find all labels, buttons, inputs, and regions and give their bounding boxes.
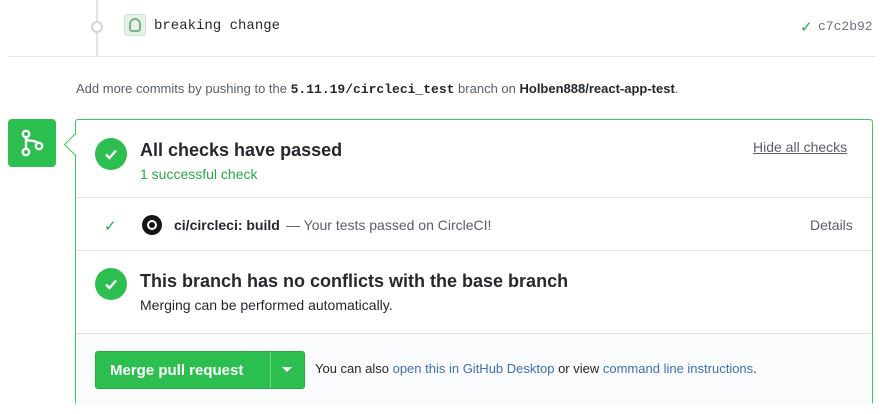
hint-prefix: Add more commits by pushing to the [76,81,291,96]
git-merge-icon [8,119,56,167]
check-name: ci/circleci: build [174,217,280,233]
commit-message[interactable]: breaking change [154,18,280,34]
checks-passed-icon [95,138,127,170]
divider [76,197,872,198]
avatar[interactable] [124,14,146,36]
checks-subtitle: 1 successful check [140,166,258,182]
repo-name: Holben888/react-app-test [519,81,675,96]
button-split [270,352,271,388]
merge-pull-request-button[interactable]: Merge pull request [95,351,305,389]
also-suffix: . [753,361,757,376]
chevron-down-icon[interactable] [282,367,292,372]
circleci-logo-icon [142,215,162,235]
branch-name: 5.11.19/circleci_test [290,82,455,97]
hide-all-checks-link[interactable]: Hide all checks [753,139,847,155]
also-prefix: You can also [315,361,393,376]
merge-button-label: Merge pull request [110,362,244,379]
github-desktop-link[interactable]: open this in GitHub Desktop [393,361,555,376]
commit-sha[interactable]: c7c2b92 [818,19,873,34]
no-conflicts-icon [95,268,127,300]
check-icon: ✓ [104,218,117,235]
divider [8,56,875,57]
merge-alternatives: You can also open this in GitHub Desktop… [315,361,757,376]
or-view-text: or view [554,361,603,376]
divider [76,250,872,251]
commit-node-icon [91,21,103,33]
merge-box: All checks have passed 1 successful chec… [75,119,873,405]
merge-footer: Merge pull request You can also open thi… [76,333,872,405]
conflicts-subtitle: Merging can be performed automatically. [140,297,393,313]
command-line-instructions-link[interactable]: command line instructions [603,361,753,376]
checks-title: All checks have passed [140,140,343,160]
conflicts-title: This branch has no conflicts with the ba… [140,271,569,291]
hint-middle: branch on [454,81,520,96]
details-link[interactable]: Details [810,217,853,233]
check-description: — Your tests passed on CircleCI! [286,217,492,233]
check-icon[interactable]: ✓ [800,18,813,36]
push-hint: Add more commits by pushing to the 5.11.… [76,81,678,97]
hint-suffix: . [674,81,679,96]
